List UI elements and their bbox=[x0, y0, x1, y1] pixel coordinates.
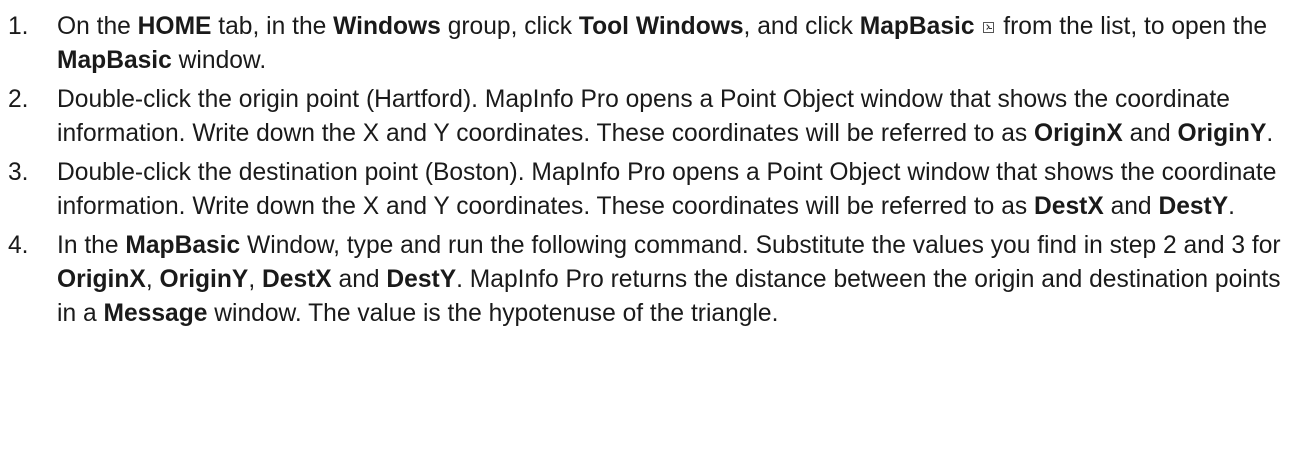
text-run: , bbox=[145, 266, 160, 293]
text-run: . bbox=[1228, 193, 1235, 220]
step-2: 2. Double-click the origin point (Hartfor… bbox=[0, 83, 1289, 151]
text-run bbox=[975, 13, 982, 40]
term-originx: OriginX bbox=[1034, 120, 1123, 147]
step-text: Double-click the destination point (Bost… bbox=[57, 159, 1276, 220]
step-text: Double-click the origin point (Hartford)… bbox=[57, 86, 1273, 147]
step-1: 1. On the HOME tab, in the Windows group,… bbox=[0, 0, 1289, 78]
ui-term-mapbasic: MapBasic bbox=[125, 232, 241, 259]
text-run: window. bbox=[171, 47, 267, 74]
step-text: On the HOME tab, in the Windows group, c… bbox=[57, 13, 1267, 74]
ui-term-tool-windows: Tool Windows bbox=[578, 13, 744, 40]
text-run: , and click bbox=[743, 13, 860, 40]
ui-term-mapbasic: MapBasic bbox=[859, 13, 975, 40]
ui-term-windows: Windows bbox=[333, 13, 441, 40]
step-4: 4. In the MapBasic Window, type and run t… bbox=[0, 229, 1289, 331]
text-run: and bbox=[331, 266, 387, 293]
text-run: In the bbox=[57, 232, 126, 259]
term-originx: OriginX bbox=[57, 266, 146, 293]
text-run: from the list, to open the bbox=[996, 13, 1268, 40]
text-run: , bbox=[248, 266, 262, 293]
term-originy: OriginY bbox=[159, 266, 249, 293]
term-desty: DestY bbox=[386, 266, 457, 293]
step-number: 2. bbox=[8, 86, 29, 113]
step-text: In the MapBasic Window, type and run the… bbox=[57, 232, 1281, 327]
text-run: group, click bbox=[440, 13, 579, 40]
text-run: window. The value is the hypotenuse of t… bbox=[207, 300, 779, 327]
text-run: On the bbox=[57, 13, 138, 40]
ui-term-home: HOME bbox=[137, 13, 212, 40]
instruction-steps: 1. On the HOME tab, in the Windows group,… bbox=[0, 0, 1289, 331]
step-3: 3. Double-click the destination point (Bo… bbox=[0, 156, 1289, 224]
text-run: and bbox=[1103, 193, 1159, 220]
step-number: 4. bbox=[8, 232, 29, 259]
step-number: 1. bbox=[8, 13, 29, 40]
ui-term-message: Message bbox=[103, 300, 208, 327]
term-originy: OriginY bbox=[1177, 120, 1267, 147]
term-destx: DestX bbox=[262, 266, 332, 293]
ui-term-mapbasic: MapBasic bbox=[57, 47, 172, 74]
step-number: 3. bbox=[8, 159, 29, 186]
mapbasic-window-icon bbox=[983, 22, 995, 33]
text-run: tab, in the bbox=[211, 13, 334, 40]
text-run: . bbox=[1266, 120, 1274, 147]
text-run: Window, type and run the following comma… bbox=[240, 232, 1281, 259]
term-destx: DestX bbox=[1034, 193, 1104, 220]
term-desty: DestY bbox=[1158, 193, 1229, 220]
text-run: and bbox=[1122, 120, 1178, 147]
